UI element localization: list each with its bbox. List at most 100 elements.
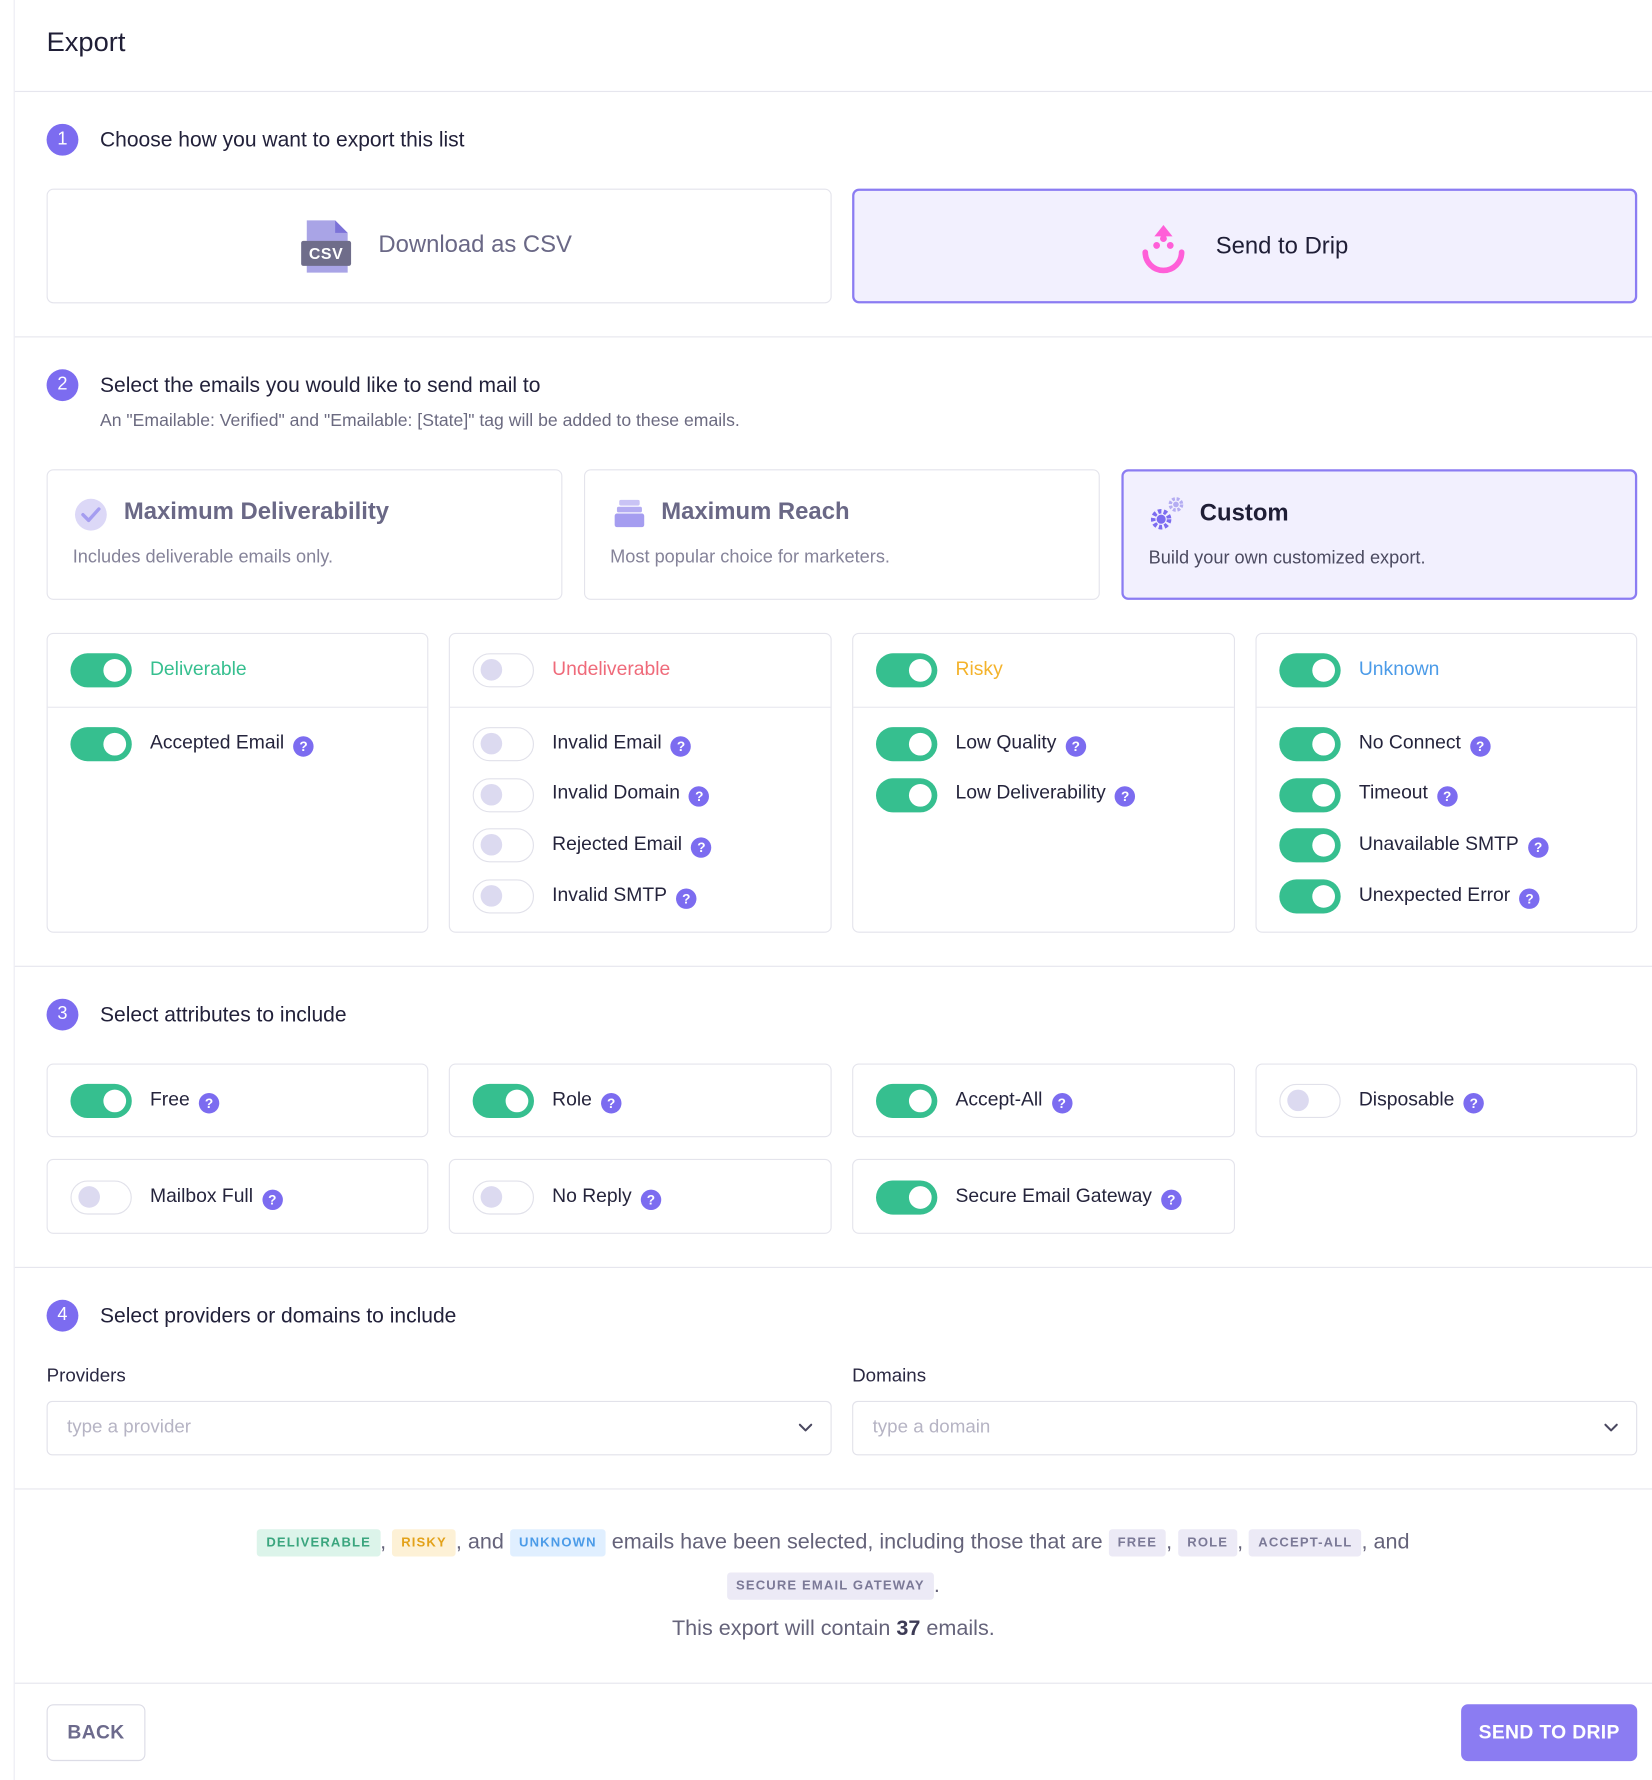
- export-option-csv[interactable]: CSV Download as CSV: [46, 188, 832, 304]
- help-icon[interactable]: ?: [640, 1189, 662, 1211]
- row-label: Accepted Email?: [150, 732, 314, 757]
- help-icon[interactable]: ?: [600, 1092, 622, 1114]
- help-icon[interactable]: ?: [1519, 888, 1540, 909]
- toggle-no-reply[interactable]: [472, 1180, 534, 1215]
- toggle-free[interactable]: [70, 1083, 132, 1118]
- divider: [47, 706, 428, 708]
- help-icon[interactable]: ?: [262, 1189, 283, 1211]
- group-toggle-undeliverable[interactable]: [472, 653, 534, 688]
- label-text: Low Deliverability: [955, 781, 1106, 804]
- divider: [14, 965, 1652, 967]
- toggle-low-quality[interactable]: [875, 727, 938, 762]
- divider: [14, 90, 1652, 93]
- divider: [14, 1266, 1652, 1268]
- row-label: Mailbox Full?: [149, 1185, 283, 1211]
- step-number-4: 4: [46, 1299, 79, 1332]
- back-button[interactable]: BACK: [46, 1704, 146, 1762]
- step-number-2: 2: [46, 369, 79, 402]
- label-text: No Reply: [552, 1185, 632, 1207]
- help-icon[interactable]: ?: [293, 736, 314, 757]
- row-label: Invalid Domain?: [552, 782, 710, 807]
- row-label: Invalid Email?: [552, 732, 692, 757]
- tag-unknown: UNKNOWN: [509, 1529, 606, 1557]
- preset-subtitle: Most popular choice for marketers.: [610, 547, 890, 567]
- label-text: Free: [149, 1088, 190, 1111]
- toggle-accepted-email[interactable]: [70, 727, 132, 762]
- row-label: Role?: [552, 1088, 622, 1114]
- providers-select[interactable]: type a provider: [46, 1400, 832, 1456]
- divider: [853, 706, 1234, 708]
- toggle-low-deliverability[interactable]: [875, 778, 938, 813]
- help-icon[interactable]: ?: [691, 837, 712, 858]
- toggle-secure-email-gateway[interactable]: [875, 1180, 938, 1215]
- gears-icon: [1146, 494, 1187, 541]
- domains-select[interactable]: type a domain: [852, 1400, 1638, 1456]
- help-icon[interactable]: ?: [1114, 786, 1136, 807]
- attribute-mailbox-full: Mailbox Full?: [46, 1158, 429, 1234]
- help-icon[interactable]: ?: [1469, 736, 1491, 757]
- label-text: Mailbox Full: [149, 1185, 254, 1207]
- help-icon[interactable]: ?: [1463, 1092, 1484, 1114]
- row-label: Timeout?: [1359, 782, 1458, 807]
- preset-subtitle: Includes deliverable emails only.: [72, 547, 334, 567]
- step-title-2: Select the emails you would like to send…: [99, 372, 541, 397]
- tag-role: ROLE: [1178, 1529, 1238, 1557]
- export-option-drip[interactable]: Send to Drip: [852, 188, 1638, 304]
- preset-title: Maximum Deliverability: [123, 498, 390, 525]
- toggle-rejected-email[interactable]: [472, 828, 534, 863]
- help-icon[interactable]: ?: [1161, 1189, 1182, 1211]
- row-label: Invalid SMTP?: [552, 883, 697, 909]
- toggle-disposable[interactable]: [1279, 1083, 1341, 1118]
- divider: [14, 1682, 1652, 1684]
- preset-maximum-deliverability[interactable]: Maximum Deliverability Includes delivera…: [46, 469, 563, 600]
- step-title-1: Choose how you want to export this list: [99, 127, 465, 152]
- toggle-no-connect[interactable]: [1279, 727, 1341, 762]
- tag-secure-email-gateway: SECURE EMAIL GATEWAY: [726, 1572, 934, 1600]
- row-label: Low Deliverability?: [956, 782, 1136, 807]
- toggle-mailbox-full[interactable]: [70, 1180, 132, 1215]
- group-toggle-risky[interactable]: [875, 653, 938, 688]
- status-group-unknown: Unknown No Connect? Timeout? Unavailable…: [1255, 632, 1638, 933]
- row-label: No Reply?: [552, 1185, 662, 1211]
- row-label: No Connect?: [1359, 732, 1491, 757]
- toggle-invalid-domain[interactable]: [472, 778, 534, 813]
- divider: [1256, 706, 1637, 708]
- label-text: Invalid SMTP: [552, 883, 668, 906]
- toggle-invalid-email[interactable]: [472, 727, 534, 762]
- step-title-4: Select providers or domains to include: [99, 1303, 457, 1328]
- toggle-timeout[interactable]: [1279, 778, 1341, 813]
- attribute-no-reply: No Reply?: [448, 1158, 832, 1234]
- group-title: Unknown: [1358, 657, 1440, 680]
- help-icon[interactable]: ?: [1051, 1092, 1073, 1114]
- label-text: Timeout: [1358, 781, 1428, 804]
- label-text: Accepted Email: [149, 731, 285, 754]
- toggle-unavailable-smtp[interactable]: [1279, 828, 1341, 863]
- toggle-invalid-smtp[interactable]: [472, 879, 534, 914]
- step-title-3: Select attributes to include: [99, 1002, 347, 1026]
- toggle-accept-all[interactable]: [875, 1083, 938, 1118]
- help-icon[interactable]: ?: [689, 786, 710, 807]
- group-toggle-deliverable[interactable]: [70, 653, 132, 688]
- label-text: Secure Email Gateway: [955, 1185, 1152, 1207]
- preset-maximum-reach[interactable]: Maximum Reach Most popular choice for ma…: [583, 469, 1100, 600]
- attribute-role: Role?: [448, 1063, 832, 1138]
- toggle-unexpected-error[interactable]: [1279, 879, 1341, 914]
- help-icon[interactable]: ?: [1065, 736, 1086, 757]
- group-title: Risky: [955, 657, 1003, 680]
- help-icon[interactable]: ?: [676, 888, 697, 909]
- send-to-drip-button[interactable]: SEND TO DRIP: [1461, 1704, 1638, 1762]
- preset-custom[interactable]: Custom Build your own customized export.: [1121, 469, 1638, 600]
- chevron-down-icon: [796, 1418, 814, 1442]
- help-icon[interactable]: ?: [1527, 837, 1549, 858]
- label-text: No Connect: [1358, 731, 1461, 754]
- domains-placeholder: type a domain: [872, 1416, 991, 1438]
- row-label: Unexpected Error?: [1359, 884, 1540, 909]
- divider: [14, 336, 1652, 338]
- help-icon[interactable]: ?: [670, 736, 692, 757]
- toggle-role[interactable]: [472, 1083, 534, 1118]
- group-toggle-unknown[interactable]: [1279, 653, 1341, 688]
- help-icon[interactable]: ?: [1437, 786, 1458, 807]
- domains-label: Domains: [852, 1365, 927, 1387]
- separator: , and: [1361, 1530, 1410, 1555]
- help-icon[interactable]: ?: [198, 1092, 220, 1114]
